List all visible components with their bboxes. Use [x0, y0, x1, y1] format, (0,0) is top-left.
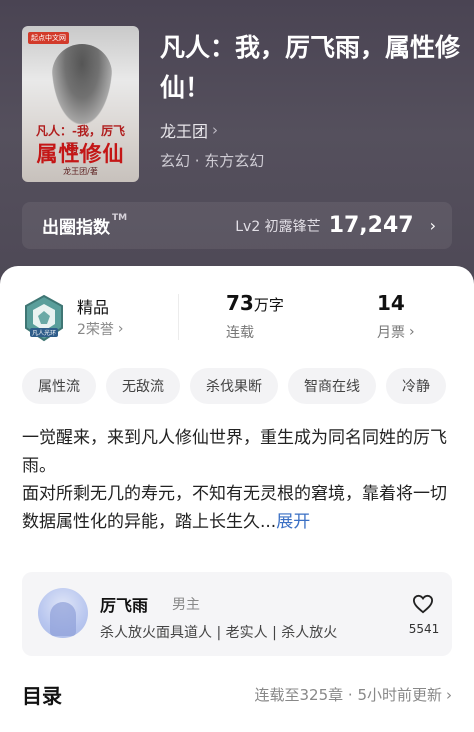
- tag-chip[interactable]: 无敌流: [106, 368, 180, 404]
- tag-chip[interactable]: 属性流: [22, 368, 96, 404]
- description-paragraph: 一觉醒来，来到凡人修仙世界，重生成为同名同姓的厉飞雨。: [22, 428, 447, 476]
- stats-divider: [178, 294, 179, 340]
- monthly-tickets-value: 14: [377, 291, 405, 315]
- popularity-index-bar[interactable]: 出圈指数 TM Lv2 初露锋芒 17,247 ›: [22, 202, 452, 249]
- book-title: 凡人：我，厉飞雨，属性修仙！: [160, 33, 461, 102]
- popularity-index-label: 出圈指数 TM: [42, 213, 128, 238]
- author-name: 龙王团: [160, 122, 209, 141]
- avatar: [38, 588, 88, 638]
- chevron-right-icon: ›: [446, 685, 452, 704]
- chevron-right-icon: ›: [117, 321, 124, 337]
- expand-link[interactable]: 展开: [276, 512, 310, 532]
- tag-chip[interactable]: 智商在线: [288, 368, 376, 404]
- chevron-right-icon: ›: [429, 216, 436, 235]
- protagonist-card[interactable]: 厉飞雨 男主 杀人放火面具道人 | 老实人 | 杀人放火 5541: [22, 572, 452, 656]
- protagonist-name: 厉飞雨: [100, 596, 149, 615]
- book-description[interactable]: 一觉醒来，来到凡人修仙世界，重生成为同名同姓的厉飞雨。 面对所剩无几的寿元，不知…: [22, 424, 454, 536]
- cover-illustration: [52, 44, 112, 124]
- toc-link[interactable]: 连载至325章 · 5小时前更新 ›: [255, 684, 452, 705]
- honor-link[interactable]: 2荣誉 ›: [77, 319, 124, 339]
- toc-title: 目录: [22, 684, 62, 708]
- book-detail-sheet: 凡人光环 精品 2荣誉 › 73万字 连载 14 月票 › 属性流 无敌流 杀伐…: [0, 266, 474, 732]
- popularity-level: Lv2 初露锋芒: [235, 218, 321, 235]
- serialization-status: 连载: [226, 325, 254, 341]
- protagonist-traits: 杀人放火面具道人 | 老实人 | 杀人放火: [100, 625, 338, 641]
- book-cover[interactable]: 起点中文网 凡人：-我，厉飞雨，- 属性修仙 龙王团/著: [22, 26, 139, 182]
- monthly-tickets-link[interactable]: 月票 ›: [377, 322, 415, 342]
- protagonist-role: 男主: [172, 597, 200, 613]
- like-count: 5541: [408, 622, 440, 636]
- heart-icon[interactable]: [412, 594, 434, 614]
- word-count-value: 73万字: [226, 291, 284, 315]
- chevron-right-icon: ›: [409, 324, 415, 340]
- toc-update-status: 连载至325章 · 5小时前更新: [254, 686, 442, 704]
- badge-text: 凡人光环: [32, 329, 56, 337]
- honor-count: 2荣誉: [77, 322, 114, 338]
- chevron-right-icon: ›: [212, 121, 219, 139]
- popularity-value: 17,247: [328, 213, 414, 238]
- honor-badge-icon[interactable]: 凡人光环: [22, 294, 66, 342]
- cover-author-credit: 龙王团/著: [63, 167, 98, 176]
- avatar-figure: [50, 602, 76, 636]
- author-link[interactable]: 龙王团 ›: [160, 118, 218, 142]
- monthly-tickets-label: 月票: [377, 325, 405, 341]
- tag-chip[interactable]: 杀伐果断: [190, 368, 278, 404]
- tag-chip[interactable]: 冷静: [386, 368, 446, 404]
- tag-list: 属性流 无敌流 杀伐果断 智商在线 冷静: [22, 368, 474, 404]
- honor-title: 精品: [77, 298, 110, 317]
- book-genre: 玄幻 · 东方玄幻: [160, 152, 265, 170]
- cover-title-line2: 属性修仙: [36, 141, 125, 166]
- book-header: 起点中文网 凡人：-我，厉飞雨，- 属性修仙 龙王团/著 凡人：我，厉飞雨，属性…: [0, 0, 474, 300]
- cover-publisher-tag: 起点中文网: [28, 32, 69, 44]
- trademark-mark: TM: [112, 213, 128, 223]
- description-paragraph: 面对所剩无几的寿元，不知有无灵根的窘境，靠着将一切数据属性化的异能，踏上长生久.…: [22, 484, 447, 532]
